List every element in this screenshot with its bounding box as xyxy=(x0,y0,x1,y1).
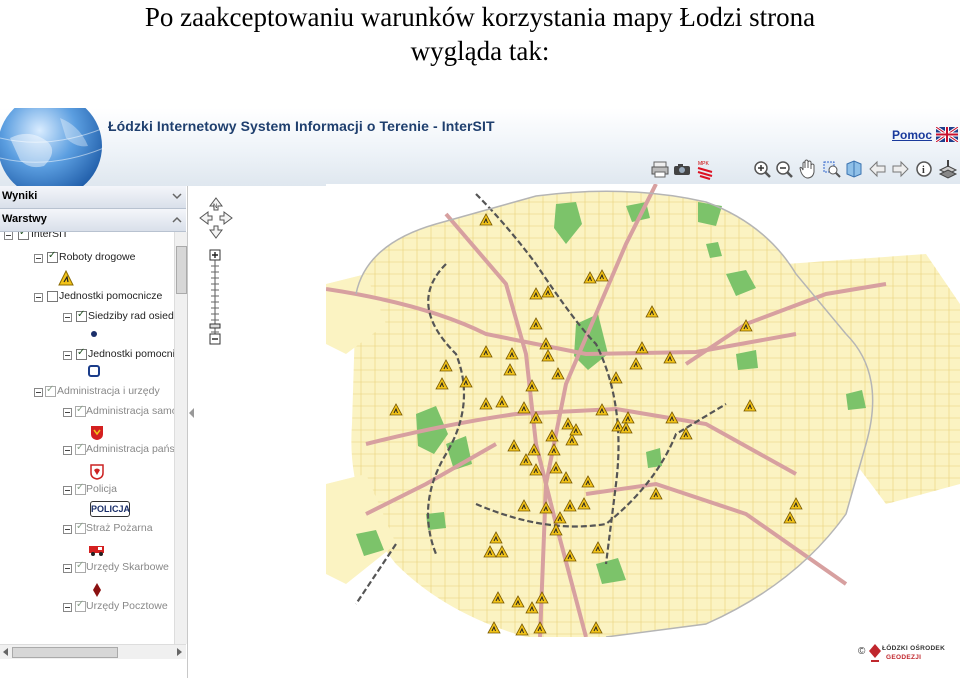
layer-checkbox[interactable] xyxy=(47,250,58,263)
map-navigation-control: N xyxy=(199,197,233,345)
collapse-toggle[interactable] xyxy=(63,351,72,360)
layer-label: Administracja i urzędy xyxy=(57,385,160,397)
svg-text:MPK: MPK xyxy=(698,161,710,167)
zoom-select-icon[interactable] xyxy=(822,158,842,180)
roadworks-legend-icon xyxy=(58,270,74,286)
panel-collapse-icon[interactable] xyxy=(189,408,195,418)
layer-label: Jednostki pomocnicze xyxy=(88,348,174,360)
police-badge-icon: POLICJA xyxy=(90,501,130,517)
svg-text:i: i xyxy=(922,165,925,176)
globe-logo-icon xyxy=(0,108,104,194)
collapse-toggle[interactable] xyxy=(34,388,43,397)
intersit-app: Łódzki Internetowy System Informacji o T… xyxy=(0,108,960,678)
layer-tree: InterSIT Roboty drogowe Jednostki pomocn… xyxy=(0,232,174,644)
layer-label: Urzędy Pocztowe xyxy=(86,600,168,612)
lodz-map-canvas[interactable] xyxy=(326,184,960,637)
caption-line-2: wygląda tak: xyxy=(410,36,550,66)
collapse-toggle[interactable] xyxy=(63,603,72,612)
layer-label: InterSIT xyxy=(31,232,69,240)
north-label: N xyxy=(213,204,217,210)
layers-header[interactable]: Warstwy xyxy=(0,209,186,232)
coat-of-arms-legend-icon xyxy=(91,426,103,440)
zoom-extent-icon[interactable] xyxy=(844,158,864,180)
chevron-up-icon[interactable] xyxy=(172,216,182,223)
layers-label: Warstwy xyxy=(2,213,47,225)
zoom-in-icon[interactable] xyxy=(752,158,772,180)
layer-checkbox[interactable] xyxy=(18,232,29,240)
layer-checkbox[interactable] xyxy=(45,384,56,397)
org-name-line-2: GEODEZJI xyxy=(886,654,922,661)
collapse-toggle[interactable] xyxy=(34,254,43,263)
copyright-symbol: © xyxy=(858,646,866,657)
footer-logo: © ŁÓDZKI OŚRODEK GEODEZJI xyxy=(858,641,958,667)
collapse-toggle[interactable] xyxy=(34,293,43,302)
layer-checkbox[interactable] xyxy=(75,599,86,612)
diamond-legend-icon xyxy=(93,583,101,597)
layer-tree-horizontal-scrollbar[interactable] xyxy=(0,644,186,659)
dot-legend-icon xyxy=(91,331,97,337)
mpk-logo-icon[interactable]: MPK xyxy=(694,158,716,180)
collapse-toggle[interactable] xyxy=(63,313,72,322)
camera-icon[interactable] xyxy=(672,158,692,180)
uk-flag-icon[interactable] xyxy=(936,127,958,142)
collapse-toggle[interactable] xyxy=(63,446,72,455)
layer-checkbox[interactable] xyxy=(47,291,58,302)
results-label: Wyniki xyxy=(2,190,38,202)
collapse-toggle[interactable] xyxy=(63,486,72,495)
layers-icon[interactable] xyxy=(938,158,958,180)
pan-hand-icon[interactable] xyxy=(798,158,818,180)
eagle-emblem-legend-icon xyxy=(90,464,104,480)
scroll-right-icon[interactable] xyxy=(176,648,182,656)
layer-label: Jednostki pomocnicze xyxy=(59,290,163,302)
fire-truck-legend-icon xyxy=(89,546,104,556)
help-link[interactable]: Pomoc xyxy=(892,128,932,142)
caption-line-1: Po zaakceptowaniu warunków korzystania m… xyxy=(144,2,816,32)
layer-label: Administracja samorządowa xyxy=(86,405,174,417)
forward-arrow-icon[interactable] xyxy=(890,158,910,180)
layer-checkbox[interactable] xyxy=(75,560,86,573)
square-legend-icon xyxy=(88,365,100,377)
collapse-toggle[interactable] xyxy=(63,564,72,573)
layer-label: Straż Pożarna xyxy=(86,522,153,534)
chevron-down-icon[interactable] xyxy=(172,193,182,200)
slide-caption: Po zaakceptowaniu warunków korzystania m… xyxy=(0,0,960,68)
layer-checkbox[interactable] xyxy=(76,309,87,322)
map-toolbar: MPK i xyxy=(648,158,960,182)
org-name-line-1: ŁÓDZKI OŚRODEK xyxy=(882,645,946,652)
print-icon[interactable] xyxy=(650,158,670,180)
layer-label: Siedziby rad osiedli xyxy=(88,310,174,322)
city-map[interactable] xyxy=(326,184,960,637)
layer-label: Administracja państwowa xyxy=(86,443,174,455)
layer-checkbox[interactable] xyxy=(75,521,86,534)
layer-checkbox[interactable] xyxy=(76,347,87,360)
back-arrow-icon[interactable] xyxy=(868,158,888,180)
pan-arrows-icon[interactable]: N xyxy=(199,197,233,239)
layer-tree-vertical-scrollbar[interactable] xyxy=(174,232,187,644)
layer-label: Roboty drogowe xyxy=(59,251,136,263)
layer-label: Policja xyxy=(86,483,117,495)
layer-checkbox[interactable] xyxy=(75,442,86,455)
info-icon[interactable]: i xyxy=(914,158,934,180)
app-header: Łódzki Internetowy System Informacji o T… xyxy=(0,108,960,194)
layer-checkbox[interactable] xyxy=(75,482,86,495)
lod-logo-icon xyxy=(869,644,881,662)
scroll-left-icon[interactable] xyxy=(3,648,9,656)
layer-label: Urzędy Skarbowe xyxy=(86,561,169,573)
zoom-slider[interactable] xyxy=(209,249,221,345)
collapse-toggle[interactable] xyxy=(4,232,13,240)
app-title: Łódzki Internetowy System Informacji o T… xyxy=(108,118,495,134)
scrollbar-thumb[interactable] xyxy=(12,647,118,658)
layer-checkbox[interactable] xyxy=(75,404,86,417)
results-header[interactable]: Wyniki xyxy=(0,186,186,209)
side-panel: Wyniki Warstwy InterSIT Roboty drogowe xyxy=(0,186,188,678)
collapse-toggle[interactable] xyxy=(63,525,72,534)
collapse-toggle[interactable] xyxy=(63,408,72,417)
scrollbar-thumb[interactable] xyxy=(176,246,187,294)
zoom-out-icon[interactable] xyxy=(774,158,794,180)
